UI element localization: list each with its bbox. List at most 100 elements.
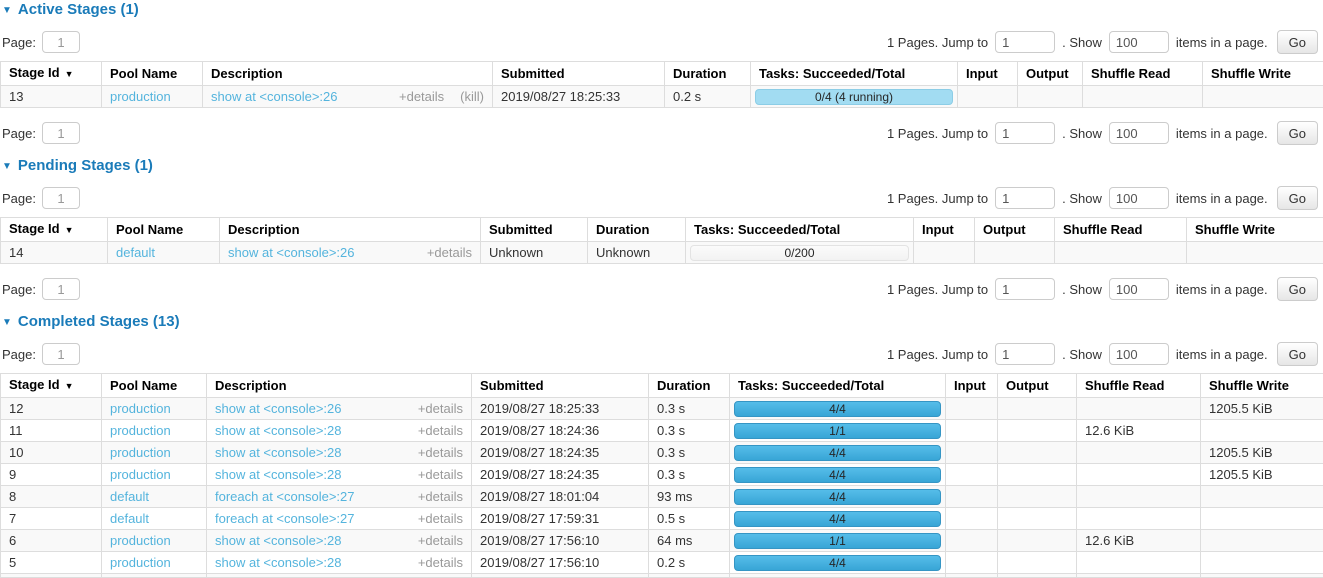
column-header-description[interactable]: Description xyxy=(203,62,493,86)
pagination-right: 1 Pages. Jump to. Showitems in a page.Go xyxy=(887,186,1318,210)
page-size-input[interactable] xyxy=(1109,31,1169,53)
cell-shuffle-write: 1205.5 KiB xyxy=(1201,398,1323,420)
go-button[interactable]: Go xyxy=(1277,30,1318,54)
stage-description-link[interactable]: show at <console>:28 xyxy=(215,423,341,438)
pool-name-link[interactable]: default xyxy=(110,511,149,526)
column-header-shuffle-write[interactable]: Shuffle Write xyxy=(1187,218,1323,242)
table-head: Stage Id▼Pool NameDescriptionSubmittedDu… xyxy=(1,218,1323,242)
column-header-shuffle-read[interactable]: Shuffle Read xyxy=(1055,218,1187,242)
section-title-active[interactable]: ▼Active Stages (1) xyxy=(2,2,1323,19)
page-number-input[interactable] xyxy=(42,122,80,144)
details-toggle[interactable]: +details xyxy=(418,511,463,526)
column-header-stage-id[interactable]: Stage Id▼ xyxy=(1,62,102,86)
section-title-pending[interactable]: ▼Pending Stages (1) xyxy=(2,158,1323,175)
column-header-input[interactable]: Input xyxy=(946,374,998,398)
column-header-shuffle-write[interactable]: Shuffle Write xyxy=(1203,62,1323,86)
pool-name-link[interactable]: production xyxy=(110,533,171,548)
column-header-stage-id[interactable]: Stage Id▼ xyxy=(1,218,108,242)
column-header-pool-name[interactable]: Pool Name xyxy=(102,62,203,86)
page-number-input[interactable] xyxy=(42,187,80,209)
column-header-tasks-succeeded-total[interactable]: Tasks: Succeeded/Total xyxy=(730,374,946,398)
column-header-submitted[interactable]: Submitted xyxy=(472,374,649,398)
details-toggle[interactable]: +details xyxy=(399,89,444,104)
stage-description-link[interactable]: show at <console>:28 xyxy=(215,445,341,460)
stage-description-link[interactable]: show at <console>:28 xyxy=(215,467,341,482)
column-header-duration[interactable]: Duration xyxy=(665,62,751,86)
column-header-output[interactable]: Output xyxy=(1018,62,1083,86)
pool-name-link[interactable]: production xyxy=(110,423,171,438)
kill-link[interactable]: (kill) xyxy=(460,89,484,104)
jump-to-page-input[interactable] xyxy=(995,122,1055,144)
column-header-shuffle-read[interactable]: Shuffle Read xyxy=(1077,374,1201,398)
stage-description-link[interactable]: foreach at <console>:27 xyxy=(215,511,355,526)
details-toggle[interactable]: +details xyxy=(418,555,463,570)
page-size-input[interactable] xyxy=(1109,122,1169,144)
pool-name-link[interactable]: default xyxy=(110,489,149,504)
jump-to-page-input[interactable] xyxy=(995,187,1055,209)
cell-shuffle-write xyxy=(1201,420,1323,442)
go-button[interactable]: Go xyxy=(1277,277,1318,301)
stage-description-link[interactable]: foreach at <console>:27 xyxy=(215,489,355,504)
column-header-duration[interactable]: Duration xyxy=(588,218,686,242)
pagination-row: Page:1 Pages. Jump to. Showitems in a pa… xyxy=(0,120,1323,146)
pool-name-link[interactable]: default xyxy=(116,245,155,260)
details-toggle[interactable]: +details xyxy=(418,423,463,438)
column-header-pool-name[interactable]: Pool Name xyxy=(102,374,207,398)
column-header-shuffle-write[interactable]: Shuffle Write xyxy=(1201,374,1323,398)
pool-name-link[interactable]: production xyxy=(110,555,171,570)
column-header-output[interactable]: Output xyxy=(998,374,1077,398)
column-header-label: Shuffle Read xyxy=(1063,222,1142,237)
go-button[interactable]: Go xyxy=(1277,342,1318,366)
pool-name-link[interactable]: production xyxy=(110,445,171,460)
page-size-input[interactable] xyxy=(1109,278,1169,300)
column-header-stage-id[interactable]: Stage Id▼ xyxy=(1,374,102,398)
column-header-output[interactable]: Output xyxy=(975,218,1055,242)
go-button[interactable]: Go xyxy=(1277,121,1318,145)
column-header-shuffle-read[interactable]: Shuffle Read xyxy=(1083,62,1203,86)
column-header-submitted[interactable]: Submitted xyxy=(493,62,665,86)
column-header-label: Duration xyxy=(673,66,726,81)
stage-description-link[interactable]: show at <console>:28 xyxy=(215,533,341,548)
column-header-input[interactable]: Input xyxy=(914,218,975,242)
details-toggle[interactable]: +details xyxy=(418,467,463,482)
stage-description-link[interactable]: show at <console>:26 xyxy=(211,89,337,104)
details-toggle[interactable]: +details xyxy=(418,533,463,548)
column-header-description[interactable]: Description xyxy=(220,218,481,242)
cell-pool-name: production xyxy=(102,420,207,442)
task-progress-bar: 4/4 xyxy=(734,555,941,571)
column-header-pool-name[interactable]: Pool Name xyxy=(108,218,220,242)
stage-description-link[interactable]: show at <console>:26 xyxy=(215,401,341,416)
page-size-input[interactable] xyxy=(1109,343,1169,365)
cell-description: show at <console>:26 +details xyxy=(207,398,472,420)
pool-name-link[interactable]: production xyxy=(110,467,171,482)
jump-to-page-input[interactable] xyxy=(995,31,1055,53)
details-toggle[interactable]: +details xyxy=(418,489,463,504)
stage-description-link[interactable]: show at <console>:28 xyxy=(215,555,341,570)
details-toggle[interactable]: +details xyxy=(418,401,463,416)
cell-submitted: 2019/08/27 18:25:33 xyxy=(493,86,665,108)
column-header-submitted[interactable]: Submitted xyxy=(481,218,588,242)
go-button[interactable]: Go xyxy=(1277,186,1318,210)
cell-tasks: 4/4 xyxy=(730,486,946,508)
column-header-tasks-succeeded-total[interactable]: Tasks: Succeeded/Total xyxy=(686,218,914,242)
column-header-duration[interactable]: Duration xyxy=(649,374,730,398)
column-header-description[interactable]: Description xyxy=(207,374,472,398)
details-toggle[interactable]: +details xyxy=(427,245,472,260)
page-number-input[interactable] xyxy=(42,278,80,300)
section-title-completed[interactable]: ▼Completed Stages (13) xyxy=(2,314,1323,331)
pool-name-link[interactable]: production xyxy=(110,401,171,416)
cell-stage-id: 14 xyxy=(1,242,108,264)
column-header-tasks-succeeded-total[interactable]: Tasks: Succeeded/Total xyxy=(751,62,958,86)
details-toggle[interactable]: +details xyxy=(418,445,463,460)
pool-name-link[interactable]: production xyxy=(110,89,171,104)
cell-duration: 0.2 s xyxy=(649,552,730,574)
cell-duration: 0.2 s xyxy=(665,86,751,108)
pagination-right: 1 Pages. Jump to. Showitems in a page.Go xyxy=(887,30,1318,54)
page-number-input[interactable] xyxy=(42,343,80,365)
column-header-input[interactable]: Input xyxy=(958,62,1018,86)
stage-description-link[interactable]: show at <console>:26 xyxy=(228,245,354,260)
jump-to-page-input[interactable] xyxy=(995,278,1055,300)
jump-to-page-input[interactable] xyxy=(995,343,1055,365)
page-size-input[interactable] xyxy=(1109,187,1169,209)
page-number-input[interactable] xyxy=(42,31,80,53)
